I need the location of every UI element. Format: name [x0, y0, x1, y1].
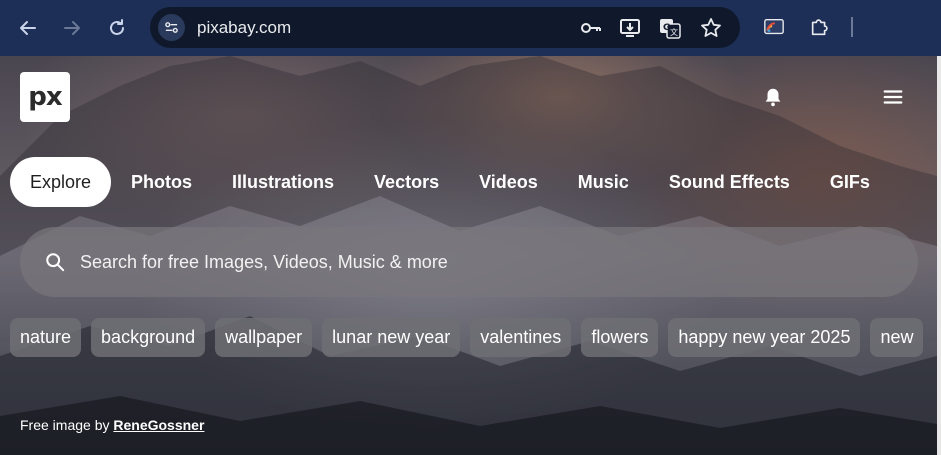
tab-vectors[interactable]: Vectors — [354, 157, 459, 207]
hero-section: px Explore Photos Illustrations Vectors … — [0, 56, 937, 455]
tag-chip-nature[interactable]: nature — [10, 318, 82, 357]
tab-explore[interactable]: Explore — [10, 157, 112, 207]
credit-author-link[interactable]: ReneGossner — [113, 417, 204, 433]
toolbar-separator — [851, 17, 853, 37]
tab-videos[interactable]: Videos — [459, 157, 558, 207]
search-input[interactable] — [80, 242, 918, 282]
hamburger-menu-icon[interactable] — [880, 84, 906, 110]
tag-chip-flowers[interactable]: flowers — [581, 318, 659, 357]
cast-extension-icon[interactable] — [762, 15, 786, 39]
logo-text: px — [28, 82, 62, 112]
tab-music[interactable]: Music — [558, 157, 649, 207]
search-icon — [44, 251, 66, 273]
tag-chip-new[interactable]: new — [870, 318, 924, 357]
install-app-icon[interactable] — [619, 17, 641, 39]
tab-photos[interactable]: Photos — [111, 157, 212, 207]
media-type-tabs: Explore Photos Illustrations Vectors Vid… — [10, 157, 890, 207]
tag-chip-wallpaper[interactable]: wallpaper — [215, 318, 313, 357]
forward-button[interactable] — [58, 14, 86, 42]
extensions-puzzle-icon[interactable] — [808, 15, 832, 39]
tag-chip-valentines[interactable]: valentines — [470, 318, 572, 357]
password-key-icon[interactable] — [580, 17, 602, 39]
translate-icon[interactable]: G文 — [659, 17, 681, 39]
browser-toolbar: pixabay.com G文 — [0, 0, 941, 56]
pixabay-logo[interactable]: px — [20, 72, 70, 122]
site-info-icon[interactable] — [158, 14, 185, 41]
address-url[interactable]: pixabay.com — [197, 18, 291, 38]
tag-chip-happy-new-year-2025[interactable]: happy new year 2025 — [668, 318, 861, 357]
page-scrollbar[interactable] — [937, 56, 941, 455]
suggested-tags: nature background wallpaper lunar new ye… — [10, 318, 924, 357]
back-arrow-icon — [20, 21, 36, 35]
image-credit: Free image by ReneGossner — [20, 417, 204, 433]
credit-prefix: Free image by — [20, 417, 110, 433]
tab-gifs[interactable]: GIFs — [810, 157, 890, 207]
address-bar[interactable]: pixabay.com G文 — [150, 7, 740, 48]
notifications-bell-icon[interactable] — [760, 84, 786, 110]
reload-icon — [110, 19, 124, 35]
tag-chip-background[interactable]: background — [91, 318, 206, 357]
tab-sound-effects[interactable]: Sound Effects — [649, 157, 810, 207]
tab-illustrations[interactable]: Illustrations — [212, 157, 354, 207]
tag-chip-lunar-new-year[interactable]: lunar new year — [322, 318, 461, 357]
forward-arrow-icon — [64, 21, 80, 35]
back-button[interactable] — [14, 14, 42, 42]
svg-text:文: 文 — [670, 27, 678, 37]
bookmark-star-icon[interactable] — [700, 17, 722, 39]
search-bar[interactable] — [20, 227, 918, 297]
reload-button[interactable] — [103, 14, 131, 42]
